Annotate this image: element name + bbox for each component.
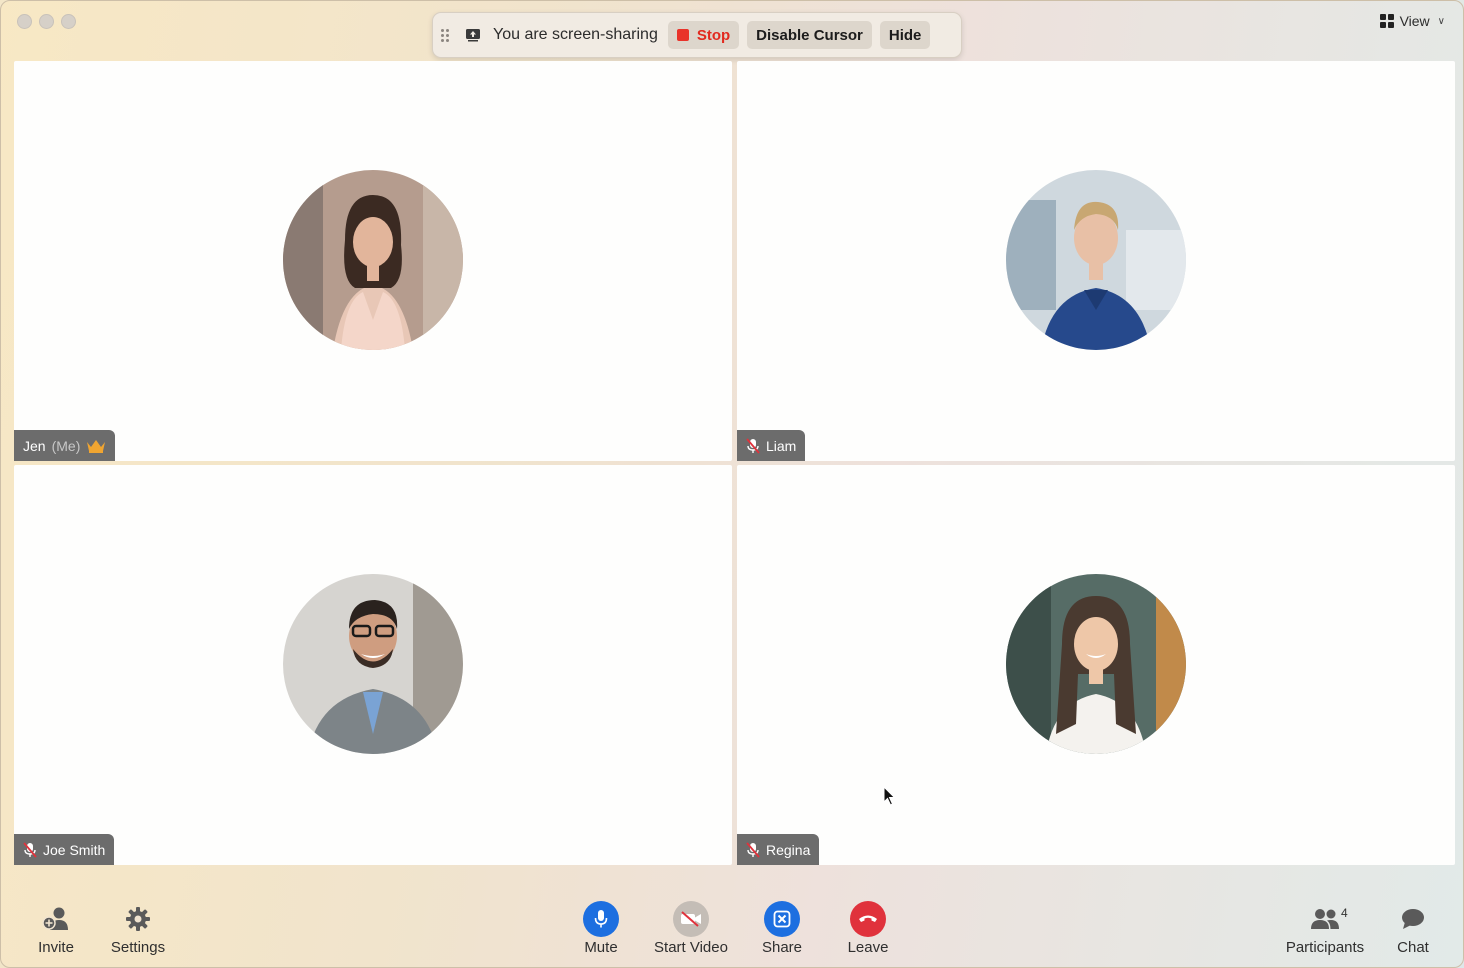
mic-muted-icon: [746, 437, 760, 454]
stop-icon: [676, 29, 689, 41]
hide-button[interactable]: Hide: [879, 21, 931, 49]
stop-label: Stop: [696, 26, 731, 44]
mic-icon: [583, 901, 619, 937]
chat-bubble-icon: [1402, 909, 1424, 929]
add-user-icon: [42, 907, 68, 930]
participants-label: Participants: [1285, 939, 1365, 956]
nametag: Joe Smith: [14, 834, 115, 865]
settings-button[interactable]: Settings: [105, 901, 171, 956]
stop-share-button[interactable]: Stop: [667, 21, 740, 49]
mic-muted-icon: [23, 841, 37, 858]
participants-button[interactable]: Participants 4: [1281, 901, 1369, 956]
share-button[interactable]: Share: [757, 901, 807, 956]
hide-label: Hide: [888, 26, 922, 44]
meeting-window: View ∨ You are screen-sharing Stop Disab…: [0, 0, 1464, 968]
close-window-button[interactable]: [17, 14, 32, 29]
share-screen-icon: [466, 29, 480, 42]
mute-label: Mute: [584, 939, 618, 956]
disable-cursor-button[interactable]: Disable Cursor: [747, 21, 872, 49]
nametag: Jen (Me): [14, 430, 116, 461]
participant-tile-joe-smith[interactable]: Joe Smith: [14, 465, 732, 865]
nametag: Regina: [737, 834, 820, 865]
participants-count-badge: 4: [1341, 906, 1348, 920]
avatar: [1006, 170, 1186, 350]
disable-cursor-label: Disable Cursor: [756, 26, 863, 44]
screen-share-bar: You are screen-sharing Stop Disable Curs…: [432, 12, 962, 58]
video-off-icon: [673, 901, 709, 937]
leave-button[interactable]: Leave: [844, 901, 892, 956]
invite-button[interactable]: Invite: [31, 901, 81, 956]
minimize-window-button[interactable]: [39, 14, 54, 29]
mouse-cursor-icon: [883, 786, 896, 806]
participant-name: Jen: [23, 437, 46, 454]
chevron-down-icon: ∨: [1437, 15, 1445, 27]
start-video-label: Start Video: [654, 939, 728, 956]
crown-icon: [87, 439, 106, 453]
leave-label: Leave: [847, 939, 889, 956]
chat-label: Chat: [1397, 939, 1429, 956]
mic-muted-icon: [746, 841, 760, 858]
view-button[interactable]: View ∨: [1379, 13, 1445, 29]
share-label: Share: [761, 939, 803, 956]
participants-icon: [1311, 909, 1339, 929]
settings-label: Settings: [110, 939, 166, 956]
participant-name: Joe Smith: [43, 841, 106, 858]
avatar: [283, 574, 463, 754]
participant-name: Regina: [766, 841, 811, 858]
invite-label: Invite: [38, 939, 74, 956]
mute-button[interactable]: Mute: [577, 901, 625, 956]
chat-button[interactable]: Chat: [1393, 901, 1433, 956]
participant-suffix: (Me): [51, 437, 81, 454]
avatar: [283, 170, 463, 350]
view-label: View: [1399, 13, 1430, 29]
phone-hangup-icon: [850, 901, 886, 937]
screen-sharing-status: You are screen-sharing: [493, 26, 658, 43]
share-arrow-icon: [764, 901, 800, 937]
participant-tile-liam[interactable]: Liam: [737, 61, 1455, 461]
start-video-button[interactable]: Start Video: [648, 901, 734, 956]
drag-handle-icon[interactable]: [441, 28, 451, 42]
avatar: [1006, 574, 1186, 754]
zoom-window-button[interactable]: [61, 14, 76, 29]
nametag: Liam: [737, 430, 806, 461]
participant-name: Liam: [766, 437, 797, 454]
grid-icon: [1379, 14, 1394, 28]
gear-icon: [126, 907, 150, 931]
participant-tile-jen[interactable]: Jen (Me): [14, 61, 732, 461]
participant-tile-regina[interactable]: Regina: [737, 465, 1455, 865]
